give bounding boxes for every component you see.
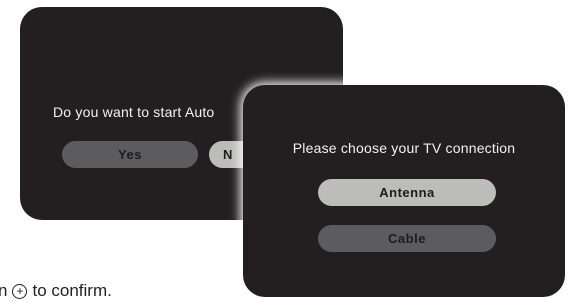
antenna-option-button[interactable]: Antenna: [318, 179, 496, 206]
circle-plus-icon: +: [12, 283, 28, 299]
tv-connection-prompt: Please choose your TV connection: [292, 140, 516, 156]
yes-button[interactable]: Yes: [62, 141, 198, 168]
confirm-instruction: n + to confirm.: [0, 281, 112, 301]
instruction-prefix: n: [0, 281, 8, 300]
tv-connection-dialog: Please choose your TV connection Antenna…: [243, 85, 565, 297]
auto-setup-prompt: Do you want to start Auto: [53, 104, 215, 120]
instruction-suffix: to confirm.: [32, 281, 112, 300]
cable-option-button[interactable]: Cable: [318, 225, 496, 252]
